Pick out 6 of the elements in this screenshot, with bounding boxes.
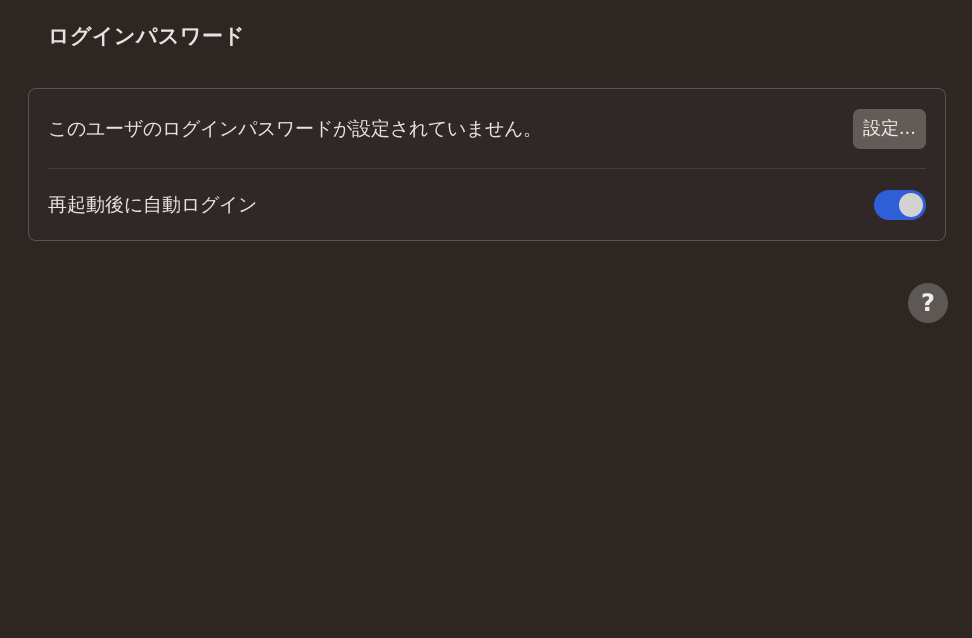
help-button[interactable]: ?	[908, 283, 948, 323]
section-title: ログインパスワード	[47, 23, 246, 50]
row-label: このユーザのログインパスワードが設定されていません。	[48, 116, 542, 142]
row-label: 再起動後に自動ログイン	[48, 192, 257, 218]
toggle-switch[interactable]	[874, 190, 926, 220]
set-button[interactable]: 設定...	[852, 108, 926, 148]
